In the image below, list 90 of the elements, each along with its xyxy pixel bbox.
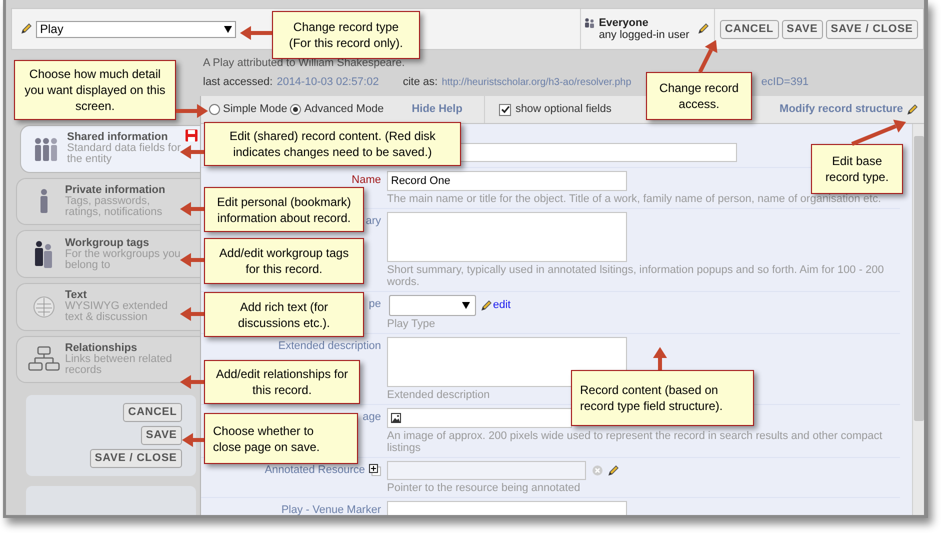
globe-icon	[33, 296, 55, 318]
callout-tooltip: Choose whether to close page on save.	[204, 413, 358, 464]
field-help: An image of approx. 200 pixels wide used to represent the record in search results and other compact listings	[387, 430, 884, 454]
field-label: Extended description	[278, 340, 381, 352]
modify-structure-link[interactable]: Modify record structure	[780, 101, 903, 118]
callout-tooltip: Record content (based on record type field structure).	[571, 370, 754, 426]
pointer-arrow	[851, 120, 906, 146]
sidebar-tab[interactable]: Workgroup tags For the workgroups you belong to	[16, 230, 200, 278]
callout-tooltip: Add rich text (for discussions etc.).	[204, 292, 364, 337]
tab-title: Workgroup tags	[65, 238, 150, 249]
sidebar-tab[interactable]: Relationships Links between related records	[16, 336, 200, 384]
last-accessed-value: 2014-10-03 02:57:02	[276, 76, 379, 89]
cite-label: cite as:	[402, 76, 438, 89]
mode-radio[interactable]: Advanced Mode	[290, 101, 384, 118]
pencil-icon[interactable]	[480, 300, 492, 312]
select-field[interactable]	[389, 295, 476, 316]
field-help: Pointer to the resource being annotated	[387, 482, 580, 494]
tab-title: Shared information	[67, 132, 168, 144]
pointer-arrow	[180, 202, 204, 216]
field-label: ary	[366, 215, 381, 227]
sidebar-button[interactable]: SAVE	[140, 426, 182, 446]
text-field[interactable]	[387, 501, 627, 515]
callout-tooltip: Choose how much detail you want displayed on this screen.	[14, 60, 176, 120]
sidebar-tab[interactable]: Private information Tags, passwords, ratings, notifications	[16, 178, 200, 226]
add-icon[interactable]	[369, 464, 381, 476]
callout-tooltip: Change record access.	[646, 72, 752, 120]
field-help: Short summary, typically used in annotated lsitings, information popups and so forth. Aim for 100 - 200 words.	[387, 264, 885, 288]
image-icon	[391, 413, 401, 423]
last-accessed-label: last accessed:	[203, 76, 273, 89]
pencil-icon[interactable]	[20, 23, 32, 35]
sidebar-tab[interactable]: Text WYSIWYG extended text & discussion	[16, 282, 200, 331]
pointer-arrow	[182, 433, 204, 447]
image-field[interactable]	[387, 408, 572, 428]
field-label: Annotated Resource	[264, 464, 365, 476]
callout-tooltip: Change record type (For this record only).	[272, 11, 420, 59]
pointer-arrow	[698, 40, 718, 73]
users-icon	[584, 18, 595, 28]
field-label: Name	[352, 174, 381, 186]
sidebar-button[interactable]: CANCEL	[123, 403, 182, 422]
field-help: The main name or title for the object. Title of a work, family name of person, name of organisation etc.	[387, 193, 882, 205]
record-type-select[interactable]: Play	[36, 20, 236, 38]
pencil-icon[interactable]	[697, 23, 710, 35]
two-people-icon	[33, 240, 55, 268]
field-help: Extended description	[387, 389, 490, 401]
pointer-arrow	[180, 307, 204, 321]
checkbox[interactable]	[499, 104, 512, 116]
pointer-field[interactable]	[387, 461, 586, 480]
scrollbar[interactable]	[912, 124, 924, 515]
dropdown-caret-icon	[462, 302, 470, 309]
tab-subtitle: For the workgroups you belong to	[65, 248, 182, 271]
pointer-arrow	[240, 26, 272, 40]
tab-subtitle: WYSIWYG extended text & discussion	[65, 301, 169, 324]
sidebar-tab[interactable]: Shared information Standard data fields for the entity	[20, 125, 200, 173]
pointer-arrow	[653, 347, 667, 370]
access-group: Everyone	[598, 17, 690, 29]
callout-tooltip: Add/edit relationships for this record.	[204, 360, 360, 404]
sidebar-button[interactable]: SAVE / CLOSE	[90, 449, 182, 468]
tab-title: Relationships	[65, 342, 138, 354]
mode-radio[interactable]: Simple Mode	[209, 101, 288, 118]
person-icon	[38, 188, 50, 214]
pointer-arrow	[180, 253, 204, 267]
toolbar-button[interactable]: CANCEL	[720, 20, 779, 38]
callout-tooltip: Edit base record type.	[811, 144, 903, 194]
field-help: Play Type	[387, 318, 436, 330]
callout-tooltip: Edit (shared) record content. (Red disk indicates changes need to be saved.)	[204, 122, 461, 166]
toolbar-button[interactable]: SAVE / CLOSE	[826, 20, 918, 38]
pencil-icon[interactable]	[607, 464, 619, 476]
tab-title: Text	[65, 290, 87, 302]
field-label: pe	[368, 298, 381, 310]
dropdown-caret-icon	[224, 26, 232, 32]
checkbox-label[interactable]: show optional fields	[515, 101, 612, 118]
edit-link[interactable]: edit	[493, 297, 511, 314]
pointer-arrow	[176, 104, 208, 118]
text-field[interactable]: Record One	[387, 171, 627, 191]
people-group-icon	[33, 136, 59, 162]
tab-subtitle: Links between related records	[65, 354, 174, 376]
hide-help-link[interactable]: Hide Help	[412, 101, 462, 118]
callout-tooltip: Edit personal (bookmark) information about record.	[204, 187, 364, 232]
field-label: Play - Venue Marker	[281, 504, 381, 515]
access-detail: any logged-in user	[598, 29, 690, 41]
tab-title: Private information	[65, 184, 166, 196]
pointer-arrow	[180, 145, 204, 159]
callout-tooltip: Add/edit workgroup tags for this record.	[204, 238, 364, 284]
toolbar-button[interactable]: SAVE	[782, 20, 823, 38]
pointer-arrow	[180, 375, 204, 389]
field-label: age	[362, 411, 381, 423]
tab-subtitle: Standard data fields for the entity	[67, 143, 182, 166]
hierarchy-icon	[28, 346, 60, 372]
tab-subtitle: Tags, passwords, ratings, notifications	[65, 196, 164, 218]
pencil-icon[interactable]	[906, 104, 918, 116]
